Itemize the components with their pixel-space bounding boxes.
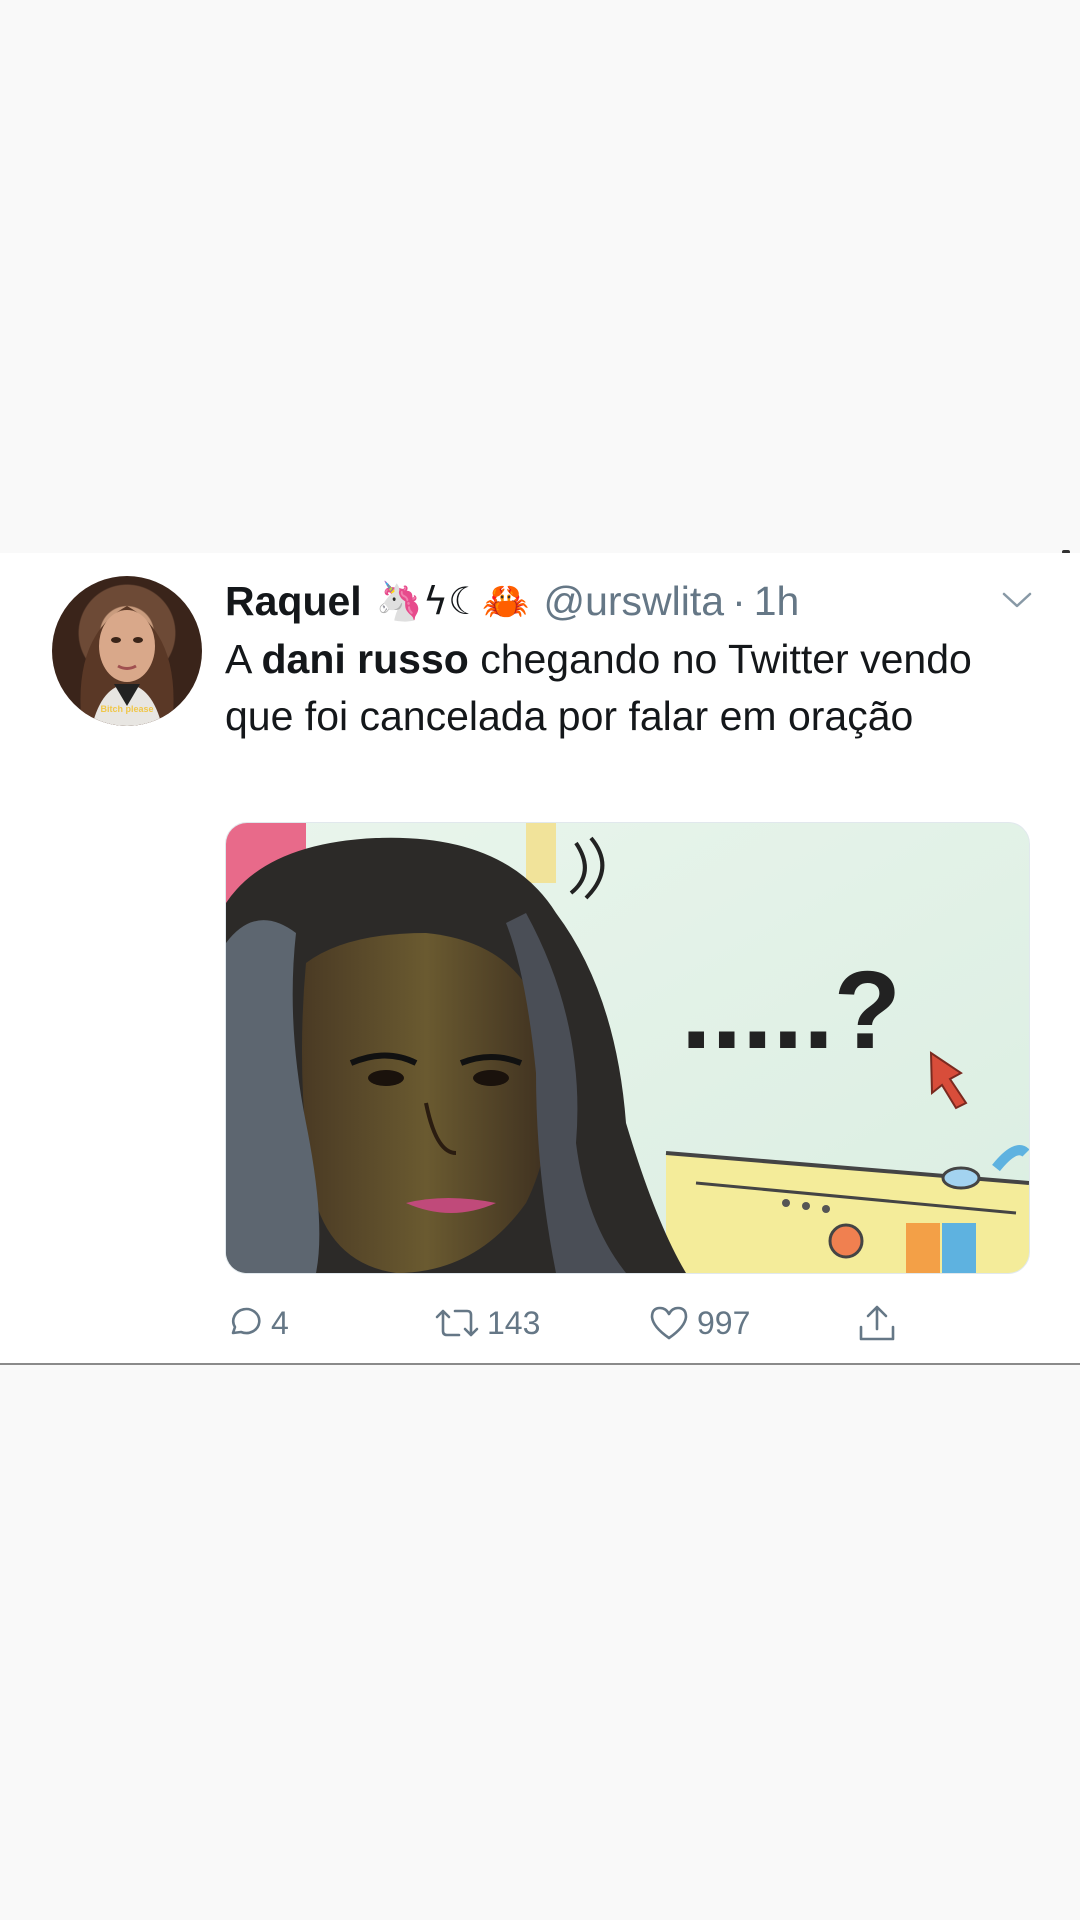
avatar[interactable]: Bitch please bbox=[52, 576, 202, 726]
tweet-text-bold: dani russo bbox=[261, 636, 469, 682]
reply-button[interactable]: 4 bbox=[225, 1293, 289, 1353]
name-emojis: 🦄ϟ☾🦀 bbox=[375, 578, 530, 623]
user-handle[interactable]: @urswlita bbox=[543, 578, 724, 625]
tweet-actions: 4 143 997 bbox=[225, 1293, 1045, 1353]
avatar-caption: Bitch please bbox=[100, 704, 154, 714]
tweet-media-image[interactable]: .....? bbox=[225, 822, 1030, 1274]
retweet-icon bbox=[435, 1309, 479, 1337]
chevron-down-icon[interactable] bbox=[1000, 583, 1034, 617]
like-count: 997 bbox=[697, 1304, 751, 1341]
share-button[interactable] bbox=[855, 1293, 905, 1353]
like-icon bbox=[650, 1306, 688, 1340]
reply-icon bbox=[231, 1307, 261, 1335]
tweet-card[interactable]: Bitch please Raquel 🦄ϟ☾🦀 @urswlita · 1h … bbox=[0, 553, 1080, 1365]
timestamp[interactable]: 1h bbox=[754, 578, 800, 625]
tweet-header: Raquel 🦄ϟ☾🦀 @urswlita · 1h bbox=[225, 571, 799, 631]
separator-dot: · bbox=[732, 577, 746, 624]
display-name[interactable]: Raquel bbox=[225, 578, 362, 625]
tweet-text: A dani russo chegando no Twitter vendo q… bbox=[225, 631, 1025, 745]
retweet-count: 143 bbox=[487, 1304, 541, 1341]
retweet-button[interactable]: 143 bbox=[433, 1293, 540, 1353]
share-icon bbox=[859, 1305, 895, 1341]
like-button[interactable]: 997 bbox=[647, 1293, 750, 1353]
meme-text: .....? bbox=[681, 949, 901, 1072]
reply-count: 4 bbox=[271, 1304, 289, 1341]
tweet-text-part1: A bbox=[225, 636, 262, 682]
meme-illustration: .....? bbox=[226, 823, 1029, 1273]
